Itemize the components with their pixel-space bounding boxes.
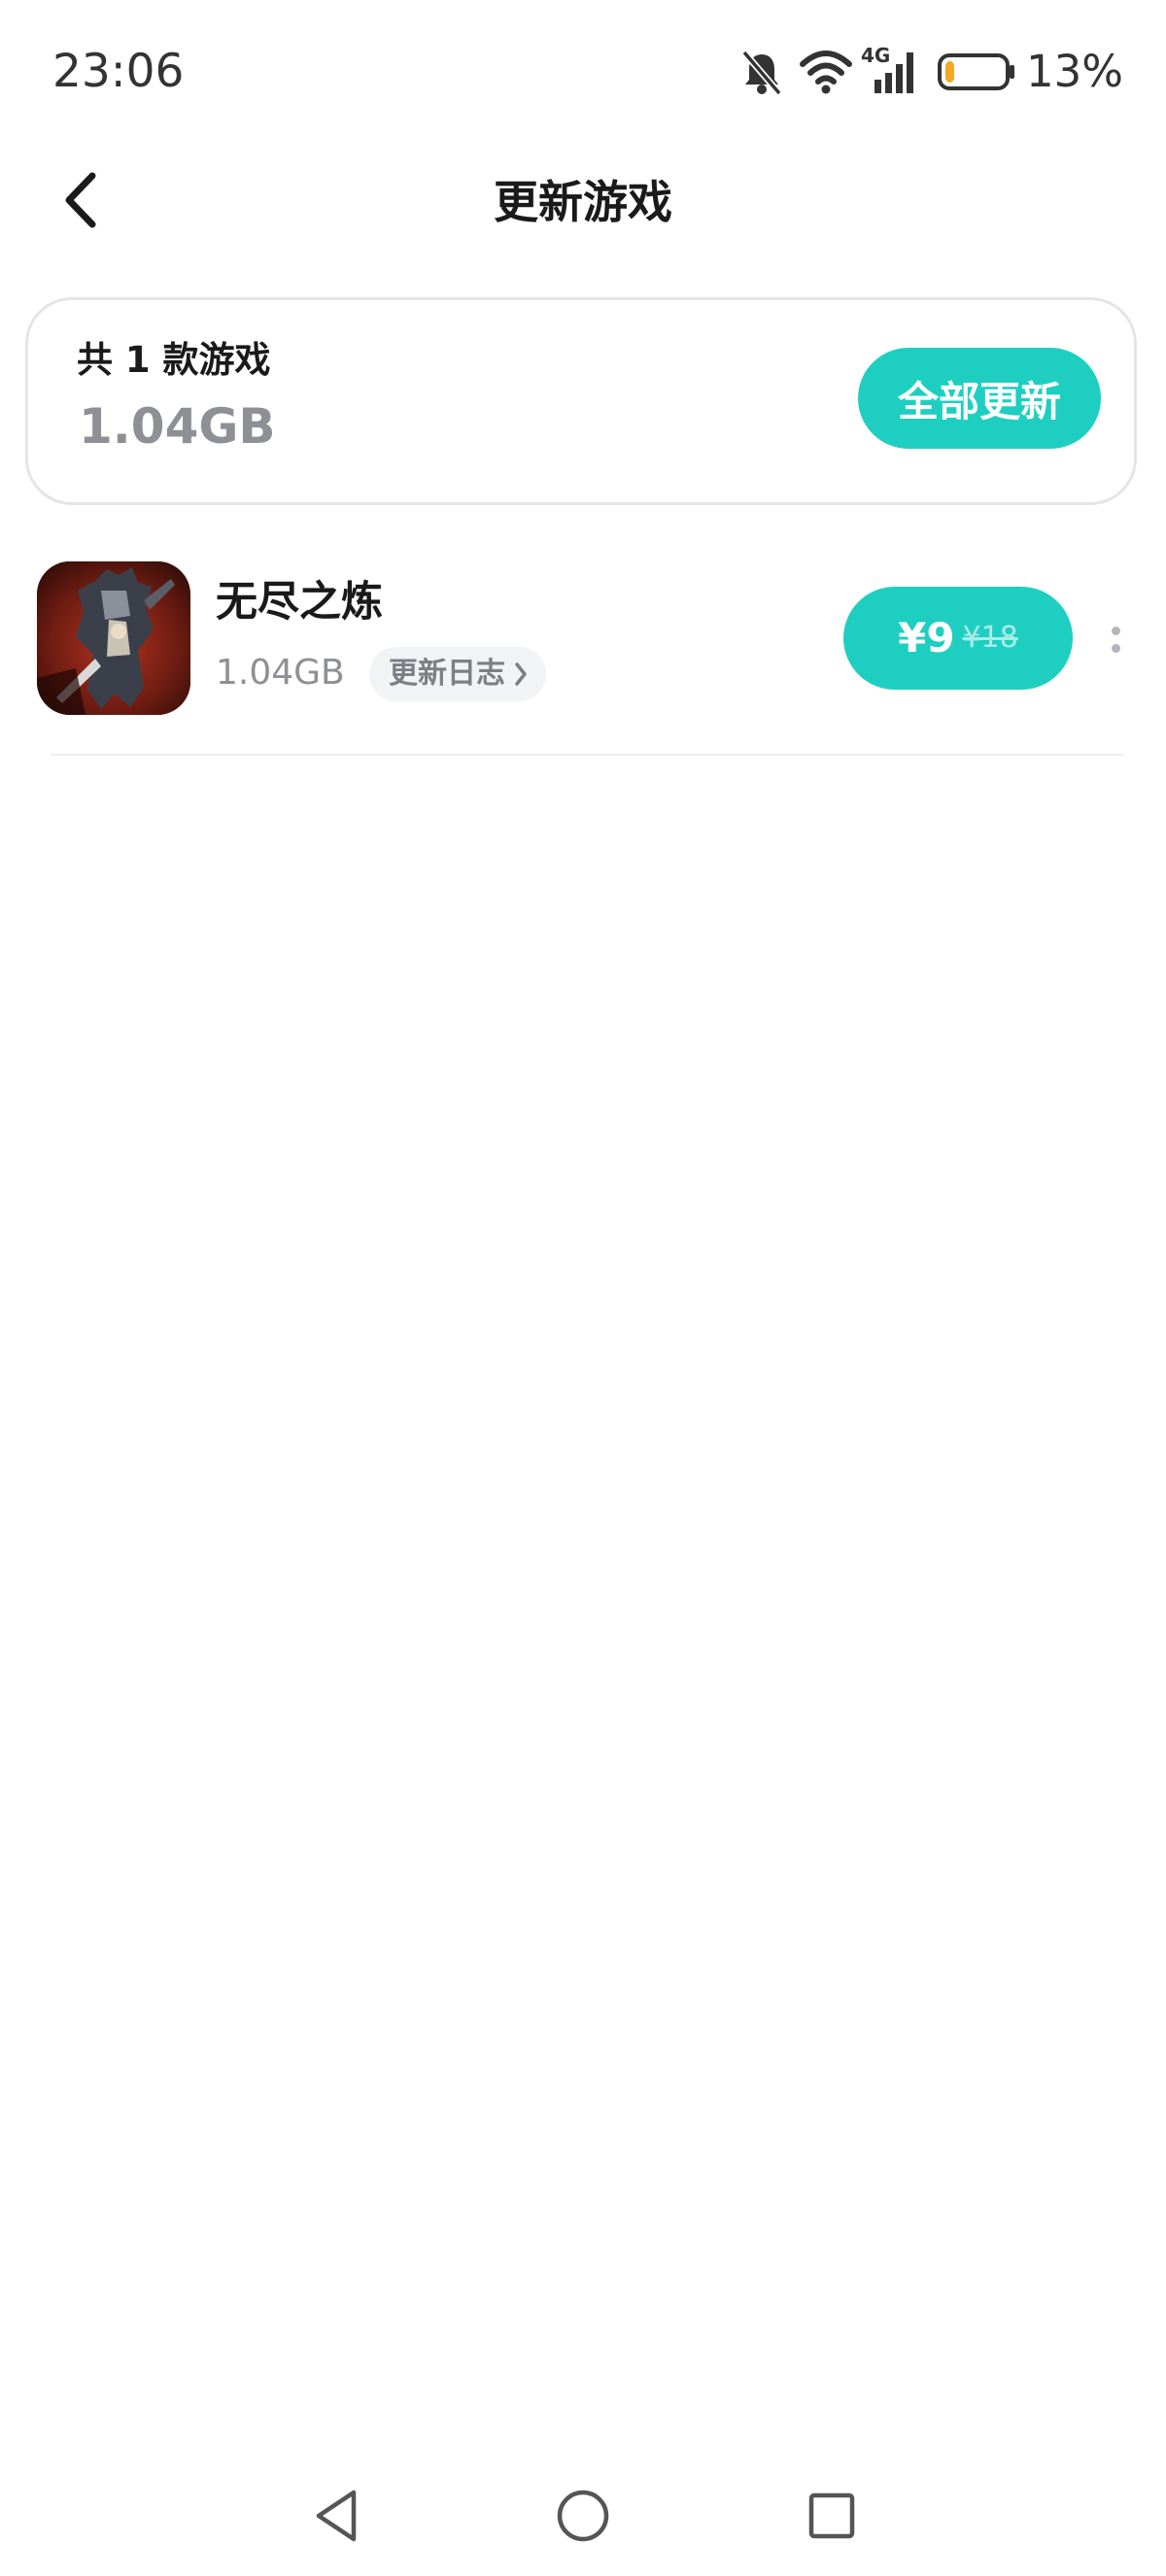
more-dot xyxy=(1111,643,1120,653)
recents-square-icon xyxy=(803,2487,861,2545)
update-summary-card: 共 1 款游戏 1.04GB 全部更新 xyxy=(25,297,1137,505)
system-nav-bar xyxy=(0,2467,1166,2576)
status-icons: 4G 13% xyxy=(738,43,1123,101)
home-circle-icon xyxy=(554,2487,612,2545)
more-dot xyxy=(1111,626,1120,635)
nav-back-button[interactable] xyxy=(297,2477,375,2555)
update-all-button[interactable]: 全部更新 xyxy=(858,348,1101,449)
battery-icon xyxy=(937,43,1016,101)
nav-recents-button[interactable] xyxy=(793,2477,871,2555)
status-time: 23:06 xyxy=(52,45,185,98)
signal-icon: 4G xyxy=(861,43,921,101)
bell-off-icon xyxy=(738,43,785,101)
purchase-update-button[interactable]: ¥9 ¥18 xyxy=(843,587,1073,690)
game-list-item[interactable]: 无尽之炼 1.04GB 更新日志 ¥9 ¥18 xyxy=(0,544,1166,752)
page-title: 更新游戏 xyxy=(494,176,672,228)
status-bar: 23:06 4G 13% xyxy=(0,0,1166,146)
game-icon-knight[interactable] xyxy=(37,561,190,715)
row-divider xyxy=(51,754,1123,756)
total-size-text: 1.04GB xyxy=(79,398,276,455)
chevron-right-icon xyxy=(513,661,529,688)
battery-percent: 13% xyxy=(1025,46,1123,97)
price-original: ¥18 xyxy=(962,621,1018,655)
price-current: ¥9 xyxy=(898,614,955,661)
game-count-text: 共 1 款游戏 xyxy=(77,339,271,381)
changelog-label: 更新日志 xyxy=(389,657,505,691)
game-name[interactable]: 无尽之炼 xyxy=(216,575,383,629)
nav-home-button[interactable] xyxy=(544,2477,622,2555)
wifi-icon xyxy=(799,43,853,101)
back-triangle-icon xyxy=(307,2487,365,2545)
changelog-button[interactable]: 更新日志 xyxy=(369,647,546,701)
more-options-button[interactable] xyxy=(1096,602,1135,676)
game-size: 1.04GB xyxy=(216,653,345,693)
header: 更新游戏 xyxy=(0,146,1166,257)
